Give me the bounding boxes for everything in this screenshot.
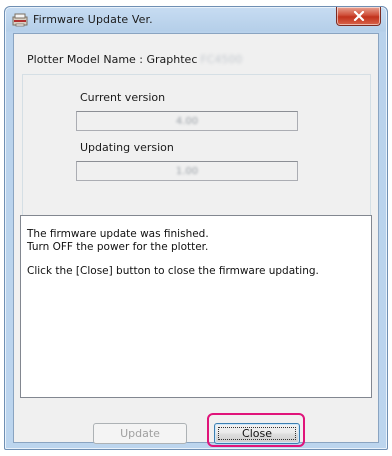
message-line-power-off: Turn OFF the power for the plotter. [27,240,209,253]
updating-version-value: 1.00 [175,165,199,177]
close-button[interactable]: Close [214,423,300,444]
plotter-model-line: Plotter Model Name : Graphtec FC4500 [27,53,242,66]
version-group: Current version 4.00 Updating version 1.… [22,74,371,216]
plotter-app-icon [12,13,28,27]
firmware-update-window: Firmware Update Ver. Plotter Model Name … [4,6,388,450]
status-message-box: The firmware update was finished. Turn O… [20,215,372,398]
current-version-field: 4.00 [76,111,298,131]
dialog-client-area: Plotter Model Name : Graphtec FC4500 Curr… [13,33,379,443]
message-line-close-instruction: Click the [Close] button to close the fi… [27,265,319,277]
title-bar[interactable]: Firmware Update Ver. [5,7,387,33]
message-line-finished: The firmware update was finished. [27,228,209,240]
close-icon [353,11,364,21]
window-title: Firmware Update Ver. [33,13,153,26]
window-close-button[interactable] [336,7,381,26]
update-button[interactable]: Update [93,423,187,444]
updating-version-field: 1.00 [76,161,298,181]
plotter-model-value: FC4500 [200,53,243,66]
updating-version-label: Updating version [80,141,174,154]
current-version-value: 4.00 [175,115,199,127]
current-version-label: Current version [80,91,166,104]
plotter-model-label: Plotter Model Name : Graphtec [27,53,198,66]
focus-rectangle [218,427,296,440]
